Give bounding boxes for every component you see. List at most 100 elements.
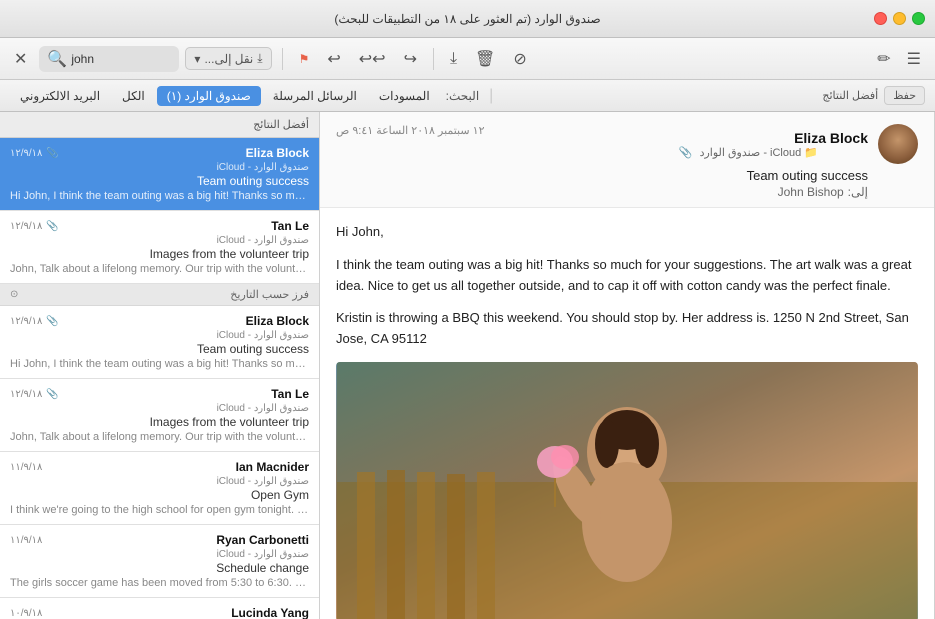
email-header-row: Eliza Block 📁 iCloud - صندوق الوارد 📎 ١٢…	[336, 124, 918, 164]
junk-button[interactable]: ⊘	[507, 45, 532, 73]
reply-button[interactable]: ↩	[321, 45, 346, 73]
reply-all-icon: ↩↩	[359, 49, 386, 69]
item-row1: Eliza Block 📎 ١٢/٩/١٨	[10, 314, 309, 328]
email-list-items: Eliza Block 📎 ١٢/٩/١٨ صندوق الوارد - iCl…	[0, 138, 319, 619]
title-bar: صندوق الوارد (تم العثور على ١٨ من التطبي…	[0, 0, 935, 38]
email-date: ١٢ سبتمبر ٢٠١٨ الساعة ٩:٤١ ص	[336, 124, 484, 137]
item-date: ١٢/٩/١٨	[10, 316, 42, 327]
item-preview: I think we're going to the high school f…	[10, 504, 309, 516]
email-list-item[interactable]: Lucinda Yang ١٠/٩/١٨ صندوق الوارد - iClo…	[0, 598, 319, 619]
flag-icon: ⚑	[299, 52, 310, 66]
attachment-icon: 📎	[679, 147, 693, 159]
item-date: ١٢/٩/١٨	[10, 148, 42, 159]
group-toggle[interactable]: ⊙	[10, 289, 18, 300]
email-photo	[336, 362, 918, 619]
compose-icon: ✏	[877, 49, 890, 69]
save-button[interactable]: حفظ	[884, 86, 925, 105]
sender-name-block: Eliza Block 📁 iCloud - صندوق الوارد 📎	[679, 130, 868, 159]
item-preview: Hi John, I think the team outing was a b…	[10, 358, 309, 370]
mailbox-label: iCloud - صندوق الوارد	[700, 147, 802, 159]
maximize-button[interactable]	[912, 12, 925, 25]
reply-icon: ↩	[327, 49, 340, 69]
attachment-icon: 📎	[46, 221, 58, 232]
close-tab-button[interactable]: ✕	[8, 45, 33, 73]
subtoolbar: حفظ أفضل النتائج | البحث: المسودات الرسا…	[0, 80, 935, 112]
tab-drafts[interactable]: المسودات	[369, 86, 440, 106]
item-subject: Schedule change	[10, 561, 309, 575]
delete-button[interactable]: 🗑	[469, 45, 501, 73]
mailbox-icon: 📁	[801, 147, 818, 159]
email-paragraph1: I think the team outing was a big hit! T…	[336, 255, 918, 297]
traffic-lights	[874, 12, 925, 25]
item-sender: Tan Le	[271, 219, 309, 233]
archive-button[interactable]: ⤓	[444, 46, 463, 72]
item-mailbox: صندوق الوارد - iCloud	[10, 235, 309, 246]
item-mailbox: صندوق الوارد - iCloud	[10, 549, 309, 560]
email-list-item[interactable]: Eliza Block 📎 ١٢/٩/١٨ صندوق الوارد - iCl…	[0, 306, 319, 379]
item-subject: Team outing success	[10, 342, 309, 356]
window-title: صندوق الوارد (تم العثور على ١٨ من التطبي…	[334, 12, 600, 26]
item-sender: Tan Le	[271, 387, 309, 401]
best-match-label: أفضل النتائج	[822, 89, 878, 102]
item-mailbox: صندوق الوارد - iCloud	[10, 476, 309, 487]
main-content: Eliza Block 📁 iCloud - صندوق الوارد 📎 ١٢…	[0, 112, 935, 619]
close-button[interactable]	[874, 12, 887, 25]
email-list-item[interactable]: Ryan Carbonetti ١١/٩/١٨ صندوق الوارد - i…	[0, 525, 319, 598]
separator	[282, 48, 283, 70]
email-detail-pane: Eliza Block 📁 iCloud - صندوق الوارد 📎 ١٢…	[320, 112, 935, 619]
tab-inbox[interactable]: صندوق الوارد (١)	[157, 86, 261, 106]
tab-all[interactable]: الكل	[112, 86, 155, 106]
sender-name: Eliza Block	[679, 130, 868, 146]
email-list-item[interactable]: Ian Macnider ١١/٩/١٨ صندوق الوارد - iClo…	[0, 452, 319, 525]
toolbar: ✕ 🔍 ⤓ نقل إلى... ▾ ⚑ ↩ ↩↩ ↪ ⤓ 🗑 ⊘ ✏ ☰	[0, 38, 935, 80]
item-subject: Open Gym	[10, 488, 309, 502]
email-list-item[interactable]: Tan Le 📎 ١٢/٩/١٨ صندوق الوارد - iCloud I…	[0, 379, 319, 452]
item-row1: Tan Le 📎 ١٢/٩/١٨	[10, 387, 309, 401]
item-sender: Eliza Block	[246, 146, 309, 160]
email-header: Eliza Block 📁 iCloud - صندوق الوارد 📎 ١٢…	[320, 112, 934, 208]
item-preview: John, Talk about a lifelong memory. Our …	[10, 263, 309, 275]
mailboxes-icon: ☰	[907, 49, 921, 69]
email-list-header: أفضل النتائج	[0, 112, 319, 138]
email-list-pane: أفضل النتائج Eliza Block 📎 ١٢/٩/١٨ صندوق…	[0, 112, 320, 619]
archive-icon: ⤓	[450, 50, 457, 68]
tab-sent[interactable]: الرسائل المرسلة	[263, 86, 367, 106]
email-list-item[interactable]: Eliza Block 📎 ١٢/٩/١٨ صندوق الوارد - iCl…	[0, 138, 319, 211]
tab-email[interactable]: البريد الالكتروني	[10, 86, 110, 106]
reply-all-button[interactable]: ↩↩	[353, 45, 392, 73]
search-input[interactable]	[71, 52, 171, 66]
move-to-dropdown[interactable]: ⤓ نقل إلى... ▾	[185, 47, 271, 70]
email-mailbox: 📁 iCloud - صندوق الوارد 📎	[679, 146, 818, 159]
item-preview: The girls soccer game has been moved fro…	[10, 577, 309, 589]
email-body: Hi John, I think the team outing was a b…	[320, 208, 934, 619]
group-header-date: فرز حسب التاريخ ⊙	[0, 284, 319, 306]
item-row1: Ryan Carbonetti ١١/٩/١٨	[10, 533, 309, 547]
compose-button[interactable]: ✏	[871, 45, 896, 73]
flag-button[interactable]: ⚑	[293, 48, 316, 70]
toolbar-right: ✏ ☰	[871, 45, 927, 73]
item-preview: Hi John, I think the team outing was a b…	[10, 190, 309, 202]
forward-icon: ↪	[404, 49, 417, 69]
item-sender: Ian Macnider	[236, 460, 309, 474]
search-icon: 🔍	[47, 49, 67, 69]
to-name: John Bishop	[778, 185, 844, 199]
forward-button[interactable]: ↪	[398, 45, 423, 73]
email-list-item[interactable]: Tan Le 📎 ١٢/٩/١٨ صندوق الوارد - iCloud I…	[0, 211, 319, 284]
item-row1: Ian Macnider ١١/٩/١٨	[10, 460, 309, 474]
move-to-label: نقل إلى...	[204, 52, 253, 66]
email-greeting: Hi John,	[336, 222, 918, 243]
item-sender: Ryan Carbonetti	[216, 533, 309, 547]
item-mailbox: صندوق الوارد - iCloud	[10, 162, 309, 173]
item-date: ١٠/٩/١٨	[10, 608, 42, 619]
minimize-button[interactable]	[893, 12, 906, 25]
item-subject: Images from the volunteer trip	[10, 415, 309, 429]
item-date: ١١/٩/١٨	[10, 462, 42, 473]
to-label: إلى:	[848, 185, 868, 199]
search-box[interactable]: 🔍	[39, 46, 179, 72]
mailboxes-button[interactable]: ☰	[901, 45, 927, 73]
item-date: ١٢/٩/١٨	[10, 389, 42, 400]
divider: |	[489, 87, 493, 105]
trash-icon: 🗑	[475, 49, 495, 69]
junk-icon: ⊘	[513, 49, 526, 69]
separator2	[433, 48, 434, 70]
